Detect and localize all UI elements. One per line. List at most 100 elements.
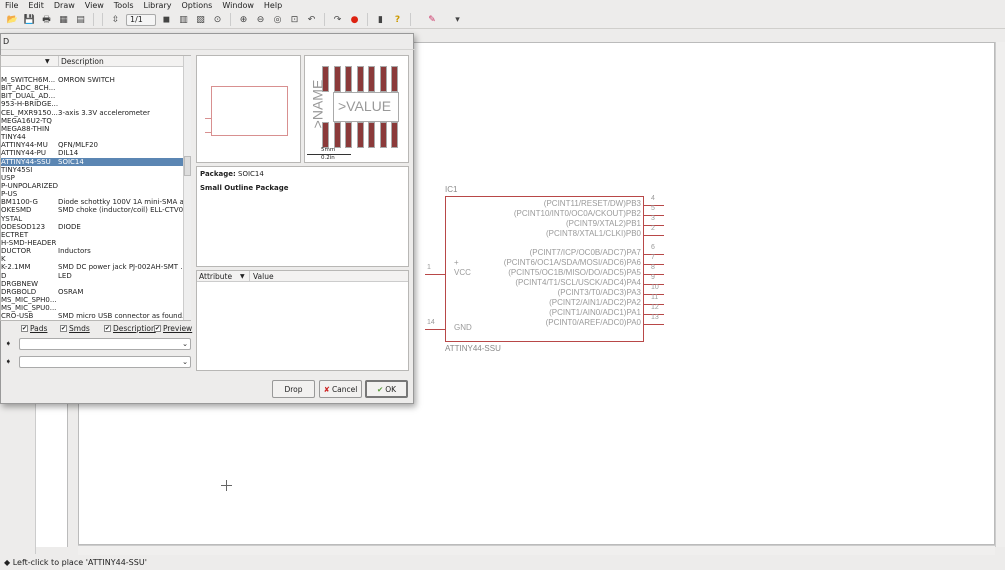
list-item[interactable]: ECTRET [1, 231, 183, 239]
list-item[interactable]: P-UNPOLARIZED [1, 182, 183, 190]
list-item[interactable]: BIT_ADC_8CH... [1, 84, 183, 92]
list-item[interactable]: DUCTOR Inductors [1, 247, 183, 255]
chevron-down-icon[interactable]: ▾ [451, 13, 464, 26]
part-description: Diode schottky 100V 1A mini-SMA a... [58, 198, 191, 207]
list-item[interactable]: ATTINY44-PU DIL14 [1, 149, 183, 157]
undo-icon[interactable]: ↶ [305, 13, 318, 26]
ok-button[interactable]: ✔ OK [365, 380, 408, 398]
checkbox-preview[interactable]: ✔ Preview [154, 324, 192, 333]
sort-chevron-icon[interactable]: ▼ [45, 56, 50, 67]
checkbox-label: Preview [163, 324, 193, 333]
list-item[interactable]: TINY44 [1, 133, 183, 141]
list-item[interactable]: MEGA88-THIN [1, 125, 183, 133]
cam-icon[interactable]: ▦ [57, 13, 70, 26]
list-item[interactable]: BM1100-G Diode schottky 100V 1A mini-SMA … [1, 198, 190, 206]
list-item[interactable]: K [1, 255, 183, 263]
list-item[interactable]: CRO-USB SMD micro USB connector as found.… [1, 312, 189, 320]
list-item[interactable]: ATTINY44-SSU SOIC14 [1, 157, 183, 166]
part-description: DIODE [58, 222, 81, 231]
pin-label: (PCINT2/AIN1/ADC2)PA2 [549, 298, 641, 307]
part-list[interactable]: ▼ Description M_SWITCH6M... OMRON SWITCH B… [0, 55, 191, 321]
pin-line[interactable] [644, 235, 664, 236]
drop-button[interactable]: Drop [272, 380, 315, 398]
checkbox-smds[interactable]: ✔ Smds [60, 324, 90, 333]
pin-line[interactable] [425, 274, 445, 275]
chevron-down-icon[interactable]: ⌄ [182, 358, 188, 366]
list-item[interactable]: USP [1, 174, 183, 182]
smd-pad [368, 122, 375, 148]
list-item[interactable]: DRGBNEW [1, 280, 183, 288]
redo-icon[interactable]: ↷ [331, 13, 344, 26]
vertical-scrollbar[interactable] [995, 42, 1005, 547]
help-icon[interactable]: ? [391, 13, 404, 26]
go-icon[interactable]: ▮ [374, 13, 387, 26]
cancel-button[interactable]: ✘ Cancel [319, 380, 362, 398]
horizontal-scrollbar[interactable] [78, 545, 995, 555]
list-item[interactable]: MEGA16U2-TQ [1, 117, 183, 125]
page-selector[interactable]: 1/1 [126, 13, 156, 26]
checkbox-pads[interactable]: ✔ Pads [21, 324, 47, 333]
list-item[interactable]: H-SMD-HEADER [1, 239, 183, 247]
page-icon[interactable]: ⇳ [109, 13, 122, 26]
dialog-title: D [1, 34, 415, 50]
open-icon[interactable]: 📂 [6, 13, 19, 26]
list-item[interactable]: BIT_DUAL_AD... [1, 92, 183, 100]
save-icon[interactable]: 💾 [23, 13, 36, 26]
pin-label: VCC [454, 268, 471, 277]
list-item[interactable]: D LED [1, 272, 183, 280]
zoom-redraw-icon[interactable]: ◎ [271, 13, 284, 26]
board-icon[interactable]: ▤ [74, 13, 87, 26]
part-value: ATTINY44-SSU [445, 344, 501, 353]
menu-tools[interactable]: Tools [109, 0, 139, 11]
filter-combo[interactable]: ⌄ [19, 356, 191, 368]
run-icon[interactable]: ▧ [194, 13, 207, 26]
list-item[interactable]: DRGBOLD OSRAM [1, 288, 183, 296]
smd-pad [345, 66, 352, 92]
use-library-icon[interactable]: ◼ [160, 13, 173, 26]
menu-draw[interactable]: Draw [49, 0, 80, 11]
pin-line[interactable] [425, 329, 445, 330]
zoom-select-icon[interactable]: ⊡ [288, 13, 301, 26]
list-scrollbar[interactable] [183, 56, 191, 320]
list-item[interactable]: K-2.1MM SMD DC power jack PJ-002AH-SMT ..… [1, 263, 187, 271]
list-item[interactable]: OKESMD SMD choke (inductor/coil) ELL-CTV0… [1, 206, 190, 214]
list-item[interactable]: CEL_MXR9150... 3-axis 3.3V accelerometer [1, 109, 183, 117]
menu-file[interactable]: File [0, 0, 23, 11]
list-item[interactable]: 953-H-BRIDGE... [1, 100, 183, 108]
menu-help[interactable]: Help [259, 0, 287, 11]
list-item[interactable]: YSTAL [1, 215, 183, 223]
zoom-in-icon[interactable]: ⊕ [237, 13, 250, 26]
zoom-fit-icon[interactable]: ⊙ [211, 13, 224, 26]
checkbox-description[interactable]: ✔ Description [104, 324, 156, 333]
list-item[interactable]: ATTINY44-MU QFN/MLF20 [1, 141, 183, 149]
menu-options[interactable]: Options [176, 0, 217, 11]
menu-window[interactable]: Window [217, 0, 259, 11]
smd-pad [345, 122, 352, 148]
chevron-down-icon[interactable]: ⌄ [182, 340, 188, 348]
part-symbol[interactable]: IC1 ATTINY44-SSU (PCINT11/RESET/DW)PB3 4 (PC… [419, 183, 679, 363]
list-item[interactable]: TINY45SI [1, 166, 183, 174]
scale-mm: 5mm [321, 147, 336, 153]
part-description: LED [58, 271, 72, 280]
column-description[interactable]: Description [58, 56, 104, 67]
list-item[interactable]: MS_MIC_SPU0... [1, 304, 183, 312]
list-item[interactable]: P-US [1, 190, 183, 198]
design-link-icon[interactable]: ✎ [417, 13, 447, 26]
print-icon[interactable]: 🖶 [40, 13, 53, 26]
list-item[interactable]: ODESOD123 DIODE [1, 223, 183, 231]
menu-edit[interactable]: Edit [23, 0, 49, 11]
search-combo[interactable]: ⌄ [19, 338, 191, 350]
column-attribute[interactable]: Attribute [199, 271, 232, 282]
smd-pad [333, 122, 341, 148]
pin-line[interactable] [644, 324, 664, 325]
list-item[interactable]: MS_MIC_SPH0... [1, 296, 183, 304]
column-value[interactable]: Value [249, 271, 274, 282]
stop-icon[interactable]: ● [348, 13, 361, 26]
script-icon[interactable]: ▥ [177, 13, 190, 26]
list-item[interactable]: M_SWITCH6M... OMRON SWITCH [1, 76, 183, 84]
menu-view[interactable]: View [80, 0, 109, 11]
sort-chevron-icon[interactable]: ▼ [240, 271, 245, 282]
part-description: SMD micro USB connector as found... [58, 312, 189, 321]
menu-library[interactable]: Library [139, 0, 177, 11]
zoom-out-icon[interactable]: ⊖ [254, 13, 267, 26]
